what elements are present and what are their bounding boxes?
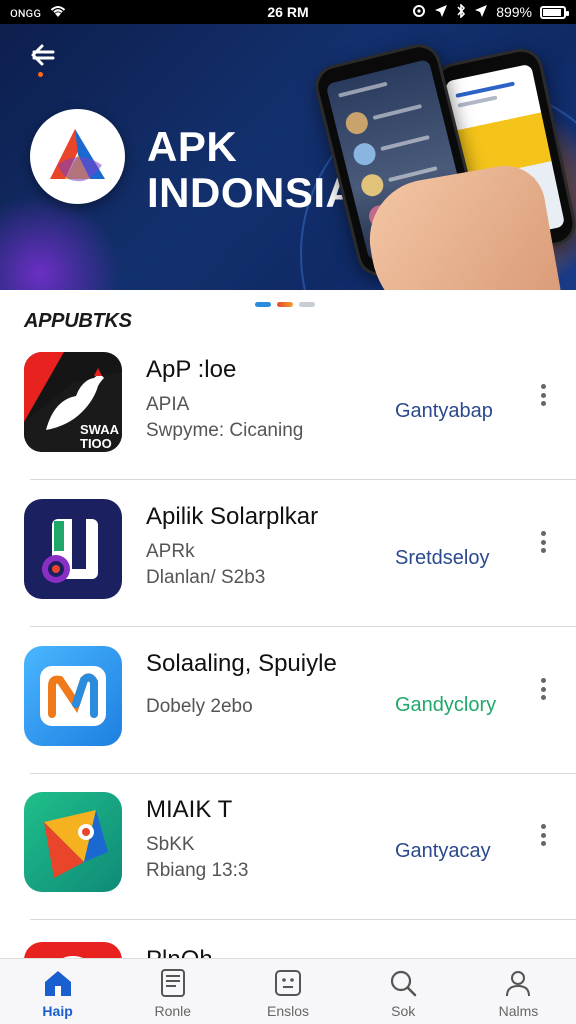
app-developer: Dobely 2ebo <box>146 696 253 717</box>
nav-item-home[interactable]: Haip <box>0 959 115 1024</box>
apk-logo-icon <box>30 109 125 204</box>
app-name[interactable]: ApP :loe <box>146 356 236 384</box>
face-box-icon <box>271 967 305 999</box>
more-options-icon[interactable] <box>532 527 554 557</box>
app-developer: SbKK <box>146 834 195 855</box>
carrier-label: ᴏɴɢɢ <box>10 4 42 20</box>
app-description: Swpyme: Cicaning <box>146 420 304 441</box>
hero-title-line2: INDONSIA <box>147 169 357 216</box>
section-title: APPUBTKS <box>24 310 132 332</box>
app-developer: APRk <box>146 541 195 562</box>
list-item[interactable]: SWAA TIOO ApP :loe APIA Swpyme: Cicaning… <box>0 340 576 480</box>
player-app-icon[interactable] <box>24 499 122 599</box>
nav-label-home: Haip <box>42 1003 73 1019</box>
app-category[interactable]: Gantyabap <box>395 400 493 423</box>
nav-label-search: Sok <box>391 1003 416 1019</box>
app-description: Rbiang 13:3 <box>146 860 249 881</box>
home-icon <box>41 967 75 999</box>
carousel-indicators[interactable] <box>255 302 315 307</box>
app-category[interactable]: Sretdseloy <box>395 547 490 570</box>
app-developer: APIA <box>146 394 190 415</box>
wifi-icon <box>49 4 67 21</box>
rooster-app-icon[interactable]: SWAA TIOO <box>24 352 122 452</box>
more-options-icon[interactable] <box>532 674 554 704</box>
divider <box>30 773 576 774</box>
nav-label-profile: Nalms <box>498 1003 539 1019</box>
bottom-navigation: Haip Ronle Enslos Sok Nalms <box>0 958 576 1024</box>
app-description: Dlanlan/ S2b3 <box>146 567 266 588</box>
indicator-dot-2[interactable] <box>277 302 293 307</box>
location-icon <box>434 4 448 21</box>
indicator-dot-1[interactable] <box>255 302 271 307</box>
battery-percent: 899% <box>496 4 532 20</box>
notification-dot <box>38 72 43 77</box>
divider <box>30 919 576 920</box>
nav-item-ronle[interactable]: Ronle <box>115 959 230 1024</box>
n-app-icon[interactable] <box>24 646 122 746</box>
list-item[interactable]: Apilik Solarplkar APRk Dlanlan/ S2b3 Sre… <box>0 487 576 627</box>
nav-item-enslos[interactable]: Enslos <box>230 959 345 1024</box>
document-icon <box>156 967 190 999</box>
search-icon <box>386 967 420 999</box>
bluetooth-icon <box>456 2 466 21</box>
status-bar: ᴏɴɢɢ 26 RM 899% <box>0 0 576 24</box>
svg-text:TIOO: TIOO <box>80 436 112 451</box>
more-options-icon[interactable] <box>532 820 554 850</box>
svg-text:SWAA: SWAA <box>80 422 120 437</box>
sync-icon <box>412 4 426 21</box>
nav-item-profile[interactable]: Nalms <box>461 959 576 1024</box>
app-name[interactable]: Solaaling, Spuiyle <box>146 650 337 678</box>
kite-app-icon[interactable] <box>24 792 122 892</box>
battery-icon <box>540 5 569 19</box>
more-options-icon[interactable] <box>532 380 554 410</box>
hero-title: APK INDONSIA <box>147 124 356 216</box>
nav-label-ronle: Ronle <box>154 1003 192 1019</box>
app-category[interactable]: Gantyacay <box>395 840 491 863</box>
hero-banner[interactable]: APK INDONSIA <box>0 24 576 290</box>
nav-label-enslos: Enslos <box>266 1003 310 1019</box>
nav-item-search[interactable]: Sok <box>346 959 461 1024</box>
divider <box>30 479 576 480</box>
divider <box>30 626 576 627</box>
indicator-dot-3[interactable] <box>299 302 315 307</box>
back-arrow-icon[interactable] <box>28 40 58 70</box>
list-item[interactable]: MIAIK T SbKK Rbiang 13:3 Gantyacay <box>0 780 576 920</box>
app-category[interactable]: Gandyclory <box>395 694 496 717</box>
navigation-icon <box>474 4 488 21</box>
profile-icon <box>501 967 535 999</box>
list-item[interactable]: Solaaling, Spuiyle Dobely 2ebo Gandyclor… <box>0 634 576 774</box>
app-name[interactable]: MIAIK T <box>146 796 232 824</box>
app-name[interactable]: Apilik Solarplkar <box>146 503 318 531</box>
